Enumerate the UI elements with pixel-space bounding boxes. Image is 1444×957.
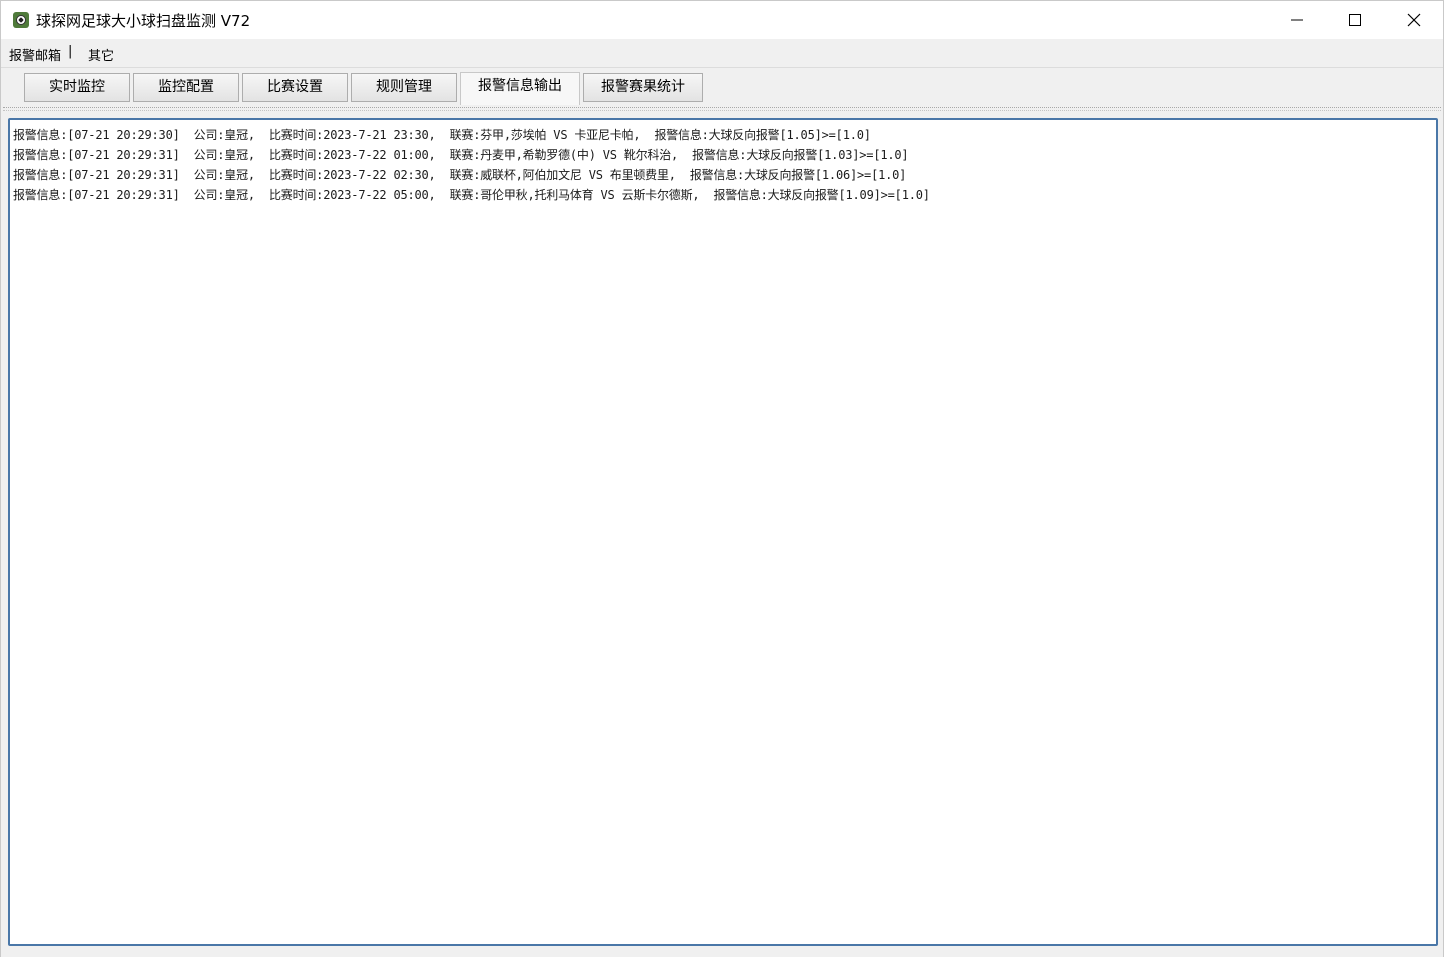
tab-match-settings[interactable]: 比赛设置	[242, 73, 348, 102]
minimize-button[interactable]	[1268, 1, 1326, 39]
close-button[interactable]	[1385, 1, 1443, 39]
menu-alarm-mailbox[interactable]: 报警邮箱	[9, 45, 61, 64]
app-window: 球探网足球大小球扫盘监测 V72 报警邮箱 | 其它 实时监控 监控配置 比赛设…	[0, 0, 1444, 957]
tab-rule-management[interactable]: 规则管理	[351, 73, 457, 102]
menu-bar: 报警邮箱 | 其它	[1, 39, 1443, 68]
tab-alarm-result-stats[interactable]: 报警赛果统计	[583, 73, 703, 102]
log-line: 报警信息:[07-21 20:29:31] 公司:皇冠, 比赛时间:2023-7…	[13, 148, 909, 162]
window-title: 球探网足球大小球扫盘监测 V72	[36, 12, 251, 30]
close-icon	[1407, 13, 1421, 27]
status-bar	[1, 949, 1443, 957]
log-line: 报警信息:[07-21 20:29:31] 公司:皇冠, 比赛时间:2023-7…	[13, 188, 930, 202]
tab-divider-secondary	[3, 110, 1441, 111]
tab-monitor-config[interactable]: 监控配置	[133, 73, 239, 102]
maximize-button[interactable]	[1326, 1, 1384, 39]
tab-realtime-monitor[interactable]: 实时监控	[24, 73, 130, 102]
menu-other[interactable]: 其它	[88, 45, 114, 64]
minimize-icon	[1291, 19, 1303, 21]
title-bar[interactable]: 球探网足球大小球扫盘监测 V72	[1, 1, 1443, 39]
maximize-icon	[1349, 14, 1361, 26]
log-line: 报警信息:[07-21 20:29:31] 公司:皇冠, 比赛时间:2023-7…	[13, 168, 907, 182]
log-line: 报警信息:[07-21 20:29:30] 公司:皇冠, 比赛时间:2023-7…	[13, 128, 871, 142]
tab-divider	[3, 107, 1441, 108]
soccer-ball-icon	[13, 12, 29, 28]
menu-separator: |	[68, 44, 73, 59]
alarm-log-textarea[interactable]: 报警信息:[07-21 20:29:30] 公司:皇冠, 比赛时间:2023-7…	[8, 118, 1438, 946]
tab-alarm-output[interactable]: 报警信息输出	[460, 72, 580, 105]
tab-strip: 实时监控 监控配置 比赛设置 规则管理 报警信息输出 报警赛果统计	[1, 68, 1443, 108]
